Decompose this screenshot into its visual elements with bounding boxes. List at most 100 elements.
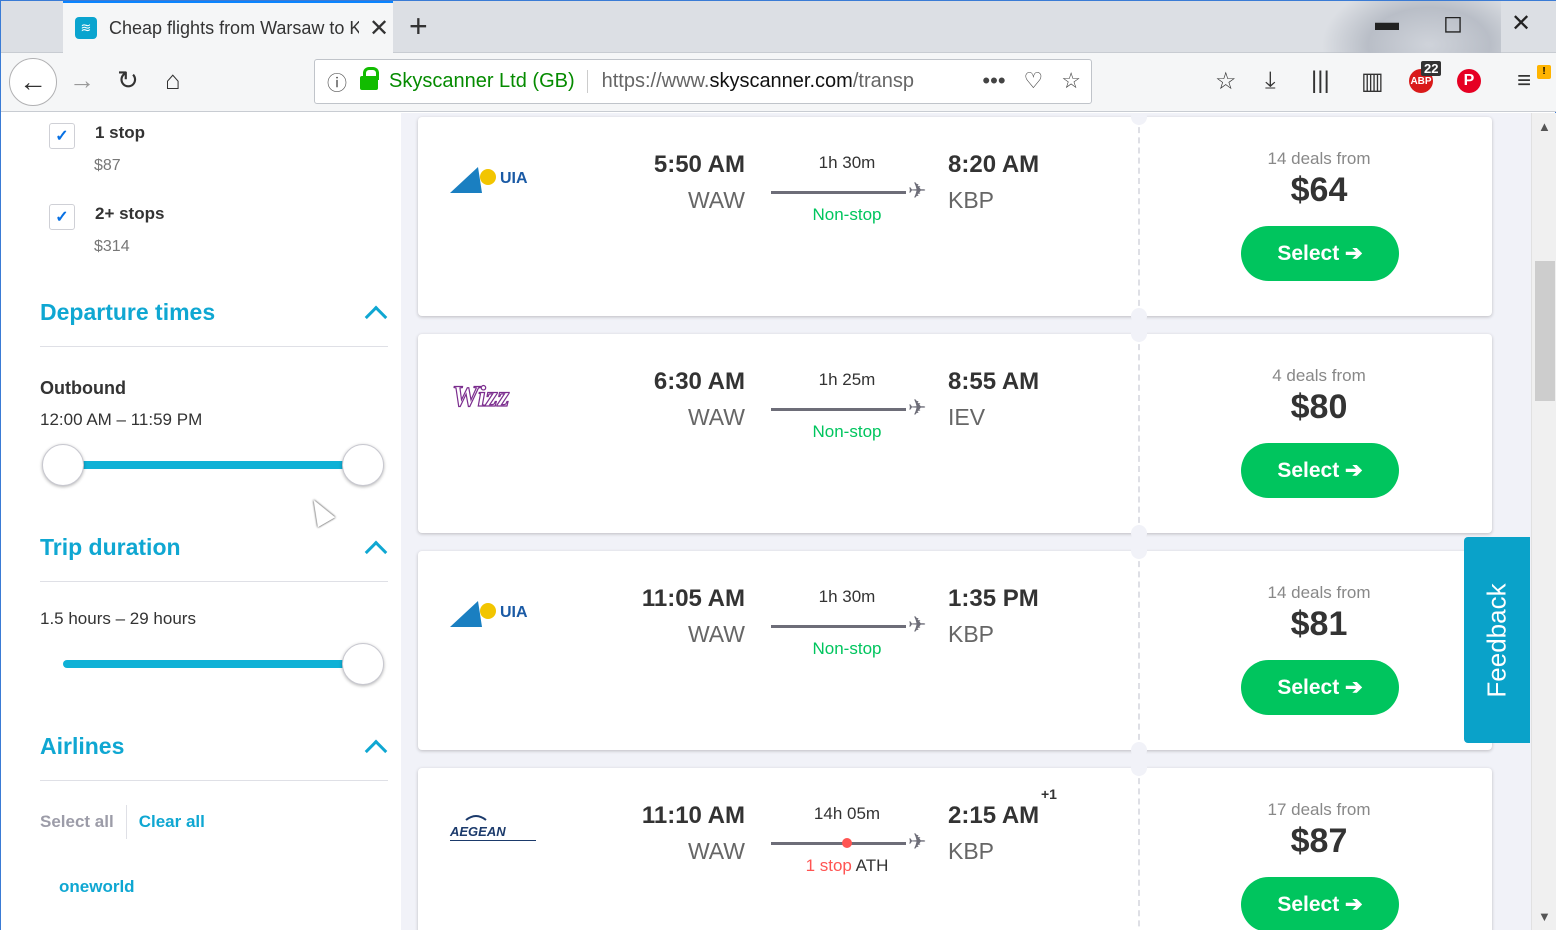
stop-filter-1[interactable]: ✓ 1 stop [49,123,145,149]
plane-icon: ✈ [908,829,927,854]
sidebar-icon[interactable]: ▥ [1361,67,1384,96]
stops-count: 1 stop [805,856,852,875]
info-icon[interactable]: ⓘ [315,67,359,96]
uia-logo: UIA [448,593,538,633]
arrival-airport: KBP [948,187,995,213]
aegean-logo-text: AEGEAN [449,824,506,839]
maximize-icon[interactable]: ◻ [1443,9,1463,38]
flight-duration: 1h 25m [818,370,876,389]
back-icon[interactable]: ← [9,58,57,106]
card-divider [1138,551,1140,750]
adblock-count-badge: 22 [1421,61,1442,76]
page-scrollbar[interactable]: ▲ ▼ [1531,113,1556,930]
deals-count: 14 deals from [1267,149,1371,168]
price: $81 [1290,605,1348,643]
menu-icon[interactable]: ≡ [1517,67,1531,95]
select-all-link[interactable]: Select all [40,805,127,839]
url-bar[interactable]: ⓘ Skyscanner Ltd (GB) https://www.skysca… [314,59,1092,104]
arrival-airport: IEV [948,404,986,430]
reload-icon[interactable]: ↻ [117,65,139,96]
flight-card[interactable]: Wizz 6:30 AM WAW 1h 25m ✈ Non-stop 8:55 … [418,326,1492,541]
stop-price: $314 [94,238,130,255]
bookmark-star-icon[interactable]: ☆ [1061,68,1081,94]
departure-time: 6:30 AM [653,368,745,395]
url-text[interactable]: https://www.skyscanner.com/transp [588,70,938,93]
page-actions-icon[interactable]: ••• [982,68,1005,94]
departure-airport: WAW [687,187,745,213]
arrival-time: 2:15 AM [948,802,1040,829]
route-line [771,191,906,194]
stop-filter-2plus[interactable]: ✓ 2+ stops [49,204,164,230]
arrival-airport: KBP [948,621,995,647]
departure-slider-track[interactable] [63,461,363,469]
stopover-dot [842,838,852,848]
uia-logo-text: UIA [500,604,528,621]
stop-label: 2+ stops [95,204,165,223]
minimize-icon[interactable]: ▬ [1375,9,1399,37]
trip-duration-range: 1.5 hours – 29 hours [40,609,196,628]
departure-range: 12:00 AM – 11:59 PM [40,410,203,429]
close-tab-icon[interactable]: ✕ [369,14,389,43]
card-divider [1138,334,1140,533]
scroll-up-icon[interactable]: ▲ [1538,119,1551,134]
select-button[interactable]: Select ➔ [1241,443,1399,498]
alliance-oneworld[interactable]: oneworld [59,877,135,897]
filters-sidebar: ✓ 1 stop $87 ✓ 2+ stops $314 Departure t… [1,113,401,930]
stops-info: Non-stop [812,422,882,441]
forward-icon[interactable]: → [69,65,95,96]
stop-price: $87 [94,157,121,174]
trip-duration-header[interactable]: Trip duration [40,534,388,582]
wizz-logo-text: Wizz [452,380,510,413]
outbound-label: Outbound [40,378,126,398]
page-content: ✓ 1 stop $87 ✓ 2+ stops $314 Departure t… [1,113,1531,930]
uia-logo-text: UIA [500,170,528,187]
select-button[interactable]: Select ➔ [1241,226,1399,281]
duration-slider-track[interactable] [63,660,363,668]
checkbox-1-stop[interactable]: ✓ [49,123,75,149]
departure-times-header[interactable]: Departure times [40,299,388,347]
site-identity[interactable]: Skyscanner Ltd (GB) [389,70,588,93]
departure-time: 11:05 AM [641,585,745,612]
airlines-header[interactable]: Airlines [40,733,388,781]
arrival-airport: KBP [948,838,995,864]
departure-slider-start-handle[interactable] [42,444,84,486]
new-tab-icon[interactable]: + [409,9,428,43]
flight-card[interactable]: AEGEAN 11:10 AM WAW 14h 05m ✈ 1 stop ATH… [418,760,1492,930]
route-line [771,842,906,845]
pocket-icon[interactable]: ♡ [1024,68,1044,94]
next-day-indicator: +1 [1041,786,1057,802]
lock-icon [359,66,381,91]
browser-tab[interactable]: ≋ Cheap flights from Warsaw to K ✕ [63,1,393,53]
home-icon[interactable]: ⌂ [165,65,181,96]
warning-icon: ! [1537,65,1551,79]
scroll-down-icon[interactable]: ▼ [1538,909,1551,924]
route-line [771,408,906,411]
select-button[interactable]: Select ➔ [1241,660,1399,715]
flight-card[interactable]: UIA 5:50 AM WAW 1h 30m ✈ Non-stop 8:20 A… [418,113,1492,324]
feedback-tab[interactable]: Feedback [1464,537,1530,743]
feedback-label: Feedback [1481,582,1512,698]
stops-info: 1 stop ATH [772,856,922,876]
bookmarks-menu-icon[interactable]: ☆ [1215,67,1237,96]
clear-all-link[interactable]: Clear all [127,812,205,832]
uia-logo: UIA [448,159,538,199]
checkbox-2plus-stops[interactable]: ✓ [49,204,75,230]
arrival-time: 8:55 AM [948,368,1040,395]
select-button[interactable]: Select ➔ [1241,877,1399,930]
downloads-icon[interactable]: ⤓ [1265,67,1276,95]
departure-time: 11:10 AM [641,802,745,829]
library-icon[interactable]: ||| [1311,67,1330,95]
section-title: Airlines [40,733,125,759]
deals-count: 17 deals from [1267,800,1371,819]
pinterest-icon[interactable]: P [1457,69,1481,93]
stop-label: 1 stop [95,123,146,142]
departure-slider-end-handle[interactable] [342,444,384,486]
scroll-thumb[interactable] [1535,261,1555,401]
close-window-icon[interactable]: ✕ [1511,9,1531,38]
duration-slider-handle[interactable] [342,643,384,685]
departure-airport: WAW [687,404,745,430]
url-suffix: /transp [852,70,914,92]
flight-duration: 14h 05m [813,804,881,823]
stops-info: Non-stop [812,639,882,658]
flight-card[interactable]: UIA 11:05 AM WAW 1h 30m ✈ Non-stop 1:35 … [418,543,1492,758]
